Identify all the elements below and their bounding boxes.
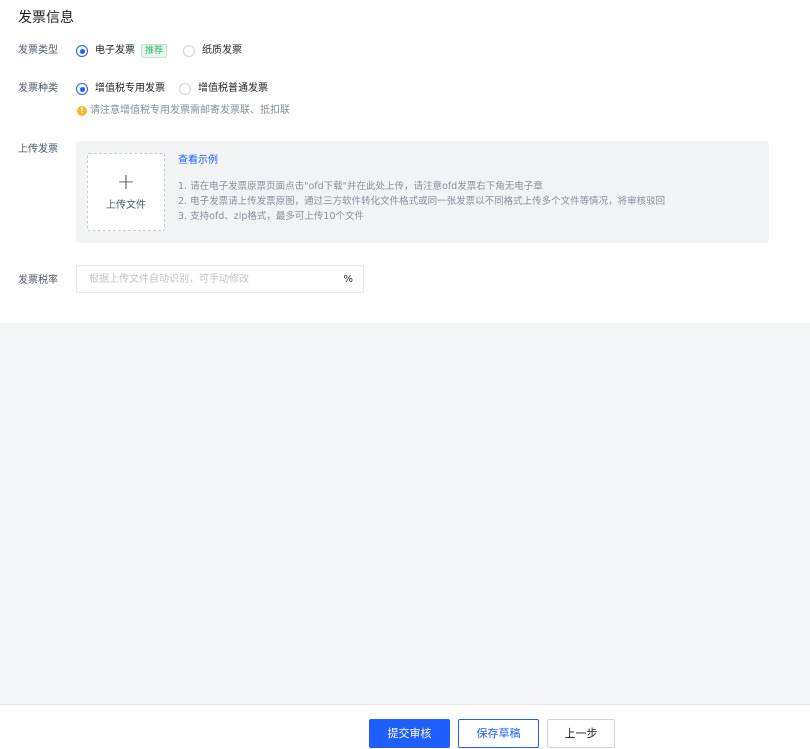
- tax-rate-label: 发票税率: [18, 275, 58, 286]
- plus-icon: +: [116, 170, 136, 195]
- recommended-badge: 推荐: [141, 44, 168, 58]
- upload-file-button[interactable]: + 上传文件: [87, 153, 165, 231]
- upload-note-item: 2. 电子发票请上传发票原图，通过三方软件转化文件格式或同一张发票以不同格式上传…: [178, 196, 666, 207]
- upload-panel: + 上传文件 查看示例 1. 请在电子发票原票页面点击"ofd下载"并在此处上传…: [76, 141, 769, 243]
- invoice-type-label: 发票类型: [18, 45, 58, 56]
- upload-notes: 1. 请在电子发票原票页面点击"ofd下载"并在此处上传，请注意ofd发票右下角…: [178, 179, 665, 224]
- radio-vat-general-invoice[interactable]: [179, 83, 191, 95]
- footer-action-bar: 提交审核 保存草稿 上一步: [0, 704, 810, 749]
- submit-review-button[interactable]: 提交审核: [369, 719, 450, 748]
- invoice-kind-hint: ! 请注意增值税专用发票需邮寄发票联、抵扣联: [77, 104, 290, 117]
- radio-paper-invoice[interactable]: [183, 45, 196, 57]
- invoice-kind-hint-text: 请注意增值税专用发票需邮寄发票联、抵扣联: [90, 105, 290, 116]
- upload-file-label: 上传文件: [106, 200, 146, 211]
- tax-rate-field: %: [76, 265, 364, 293]
- view-example-link[interactable]: 查看示例: [178, 155, 218, 167]
- radio-vat-general-invoice-label[interactable]: 增值税普通发票: [198, 82, 268, 96]
- percent-suffix: %: [343, 273, 353, 285]
- invoice-type-radio-group: 电子发票 推荐 纸质发票: [76, 42, 242, 60]
- radio-electronic-invoice-label[interactable]: 电子发票: [95, 44, 135, 58]
- upload-note-item: 1. 请在电子发票原票页面点击"ofd下载"并在此处上传，请注意ofd发票右下角…: [178, 181, 543, 192]
- radio-paper-invoice-label[interactable]: 纸质发票: [202, 44, 242, 58]
- upload-note-item: 3. 支持ofd、zip格式，最多可上传10个文件: [178, 211, 365, 222]
- save-draft-button[interactable]: 保存草稿: [458, 719, 539, 748]
- invoice-kind-label: 发票种类: [18, 83, 58, 94]
- radio-vat-special-invoice[interactable]: [76, 83, 88, 95]
- radio-vat-special-invoice-label[interactable]: 增值税专用发票: [95, 82, 165, 96]
- previous-step-button[interactable]: 上一步: [547, 719, 615, 748]
- warning-icon: !: [77, 105, 87, 116]
- invoice-kind-radio-group: 增值税专用发票 增值税普通发票: [76, 80, 268, 98]
- tax-rate-input[interactable]: [87, 272, 344, 286]
- section-title: 发票信息: [18, 10, 74, 26]
- radio-electronic-invoice[interactable]: [76, 45, 88, 57]
- invoice-info-card: 发票信息 发票类型 电子发票 推荐 纸质发票 发票种类 增值税专用发票 增值税普…: [0, 0, 810, 323]
- upload-invoice-label: 上传发票: [18, 144, 58, 155]
